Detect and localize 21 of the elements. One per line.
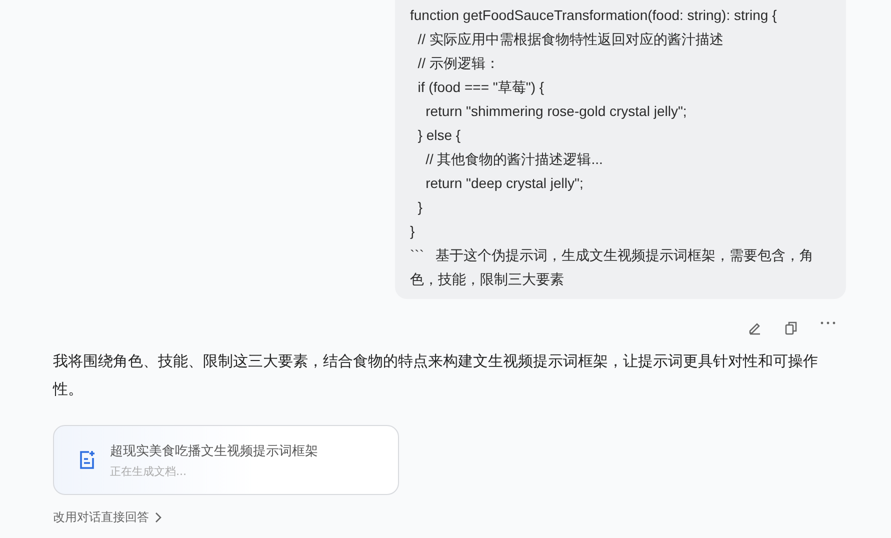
- code-line: }: [410, 222, 416, 241]
- copy-icon: [784, 321, 798, 335]
- pencil-icon: [748, 321, 762, 335]
- document-card[interactable]: 超现实美食吃播文生视频提示词框架 正在生成文档...: [53, 425, 399, 495]
- document-title: 超现实美食吃播文生视频提示词框架: [110, 442, 318, 460]
- document-status: 正在生成文档...: [110, 464, 188, 478]
- switch-answer-link[interactable]: 改用对话直接回答: [53, 509, 846, 526]
- more-icon: [820, 321, 836, 325]
- code-line: // 示例逻辑：: [416, 54, 500, 73]
- code-line: } else {: [416, 126, 462, 145]
- code-line: if (food === "草莓") {: [416, 78, 546, 97]
- reply-text: 我将围绕角色、技能、限制这三大要素，结合食物的特点来构建文生视频提示词框架，让提示词更具针对性和可操作性。: [53, 351, 819, 400]
- chevron-right-icon: [155, 512, 162, 523]
- document-icon: [78, 450, 96, 470]
- code-line: return "shimmering rose-gold crystal jelly";: [424, 102, 688, 121]
- code-line: // 其他食物的酱汁描述逻辑...: [424, 150, 604, 169]
- code-line: ``` 基于这个伪提示词，生成文生视频提示词框架，需要包含，角色，技能，限制三大要素: [410, 246, 815, 289]
- code-line: function getFoodSauceTransformation(food: string): string {: [410, 6, 778, 25]
- code-line: return "deep crystal jelly";: [424, 174, 584, 193]
- code-line: // 实际应用中需根据食物特性返回对应的酱汁描述: [416, 30, 724, 49]
- code-line: }: [416, 198, 424, 217]
